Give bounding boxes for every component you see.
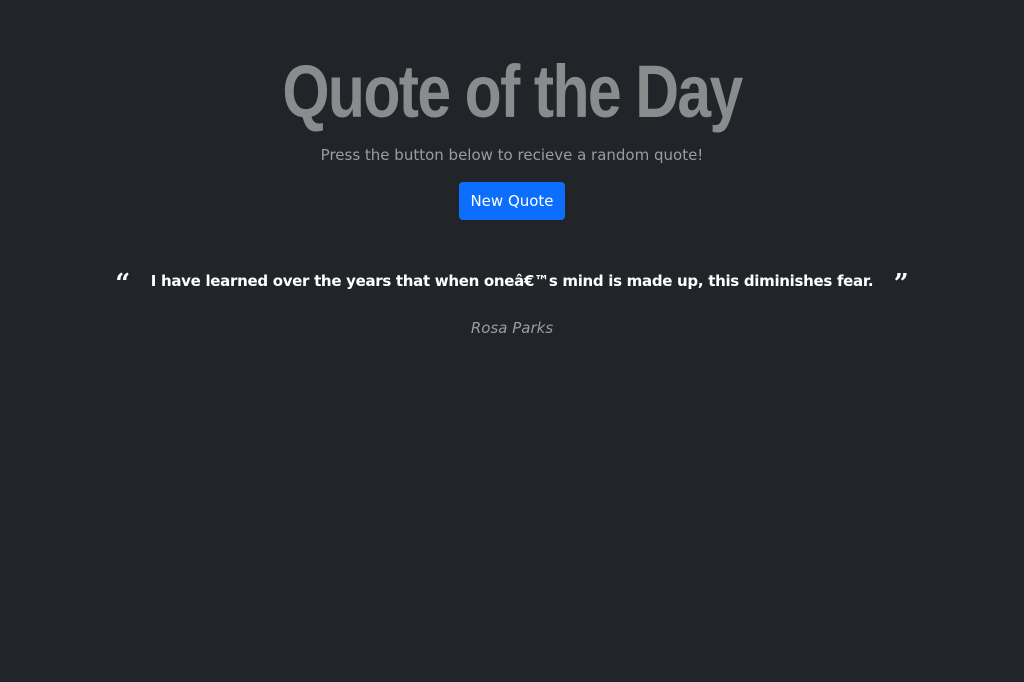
quote-right-icon: ” <box>893 269 909 299</box>
page-subtitle: Press the button below to recieve a rand… <box>320 146 704 164</box>
page: Quote of the Day Press the button below … <box>0 0 1024 682</box>
quote-left-icon: “ <box>115 269 131 299</box>
page-title: Quote of the Day <box>282 50 743 133</box>
quote-author: Rosa Parks <box>470 319 554 337</box>
quote-text: I have learned over the years that when … <box>150 272 874 290</box>
new-quote-button[interactable]: New Quote <box>459 182 565 220</box>
quote-block: “ I have learned over the years that whe… <box>0 268 1024 299</box>
